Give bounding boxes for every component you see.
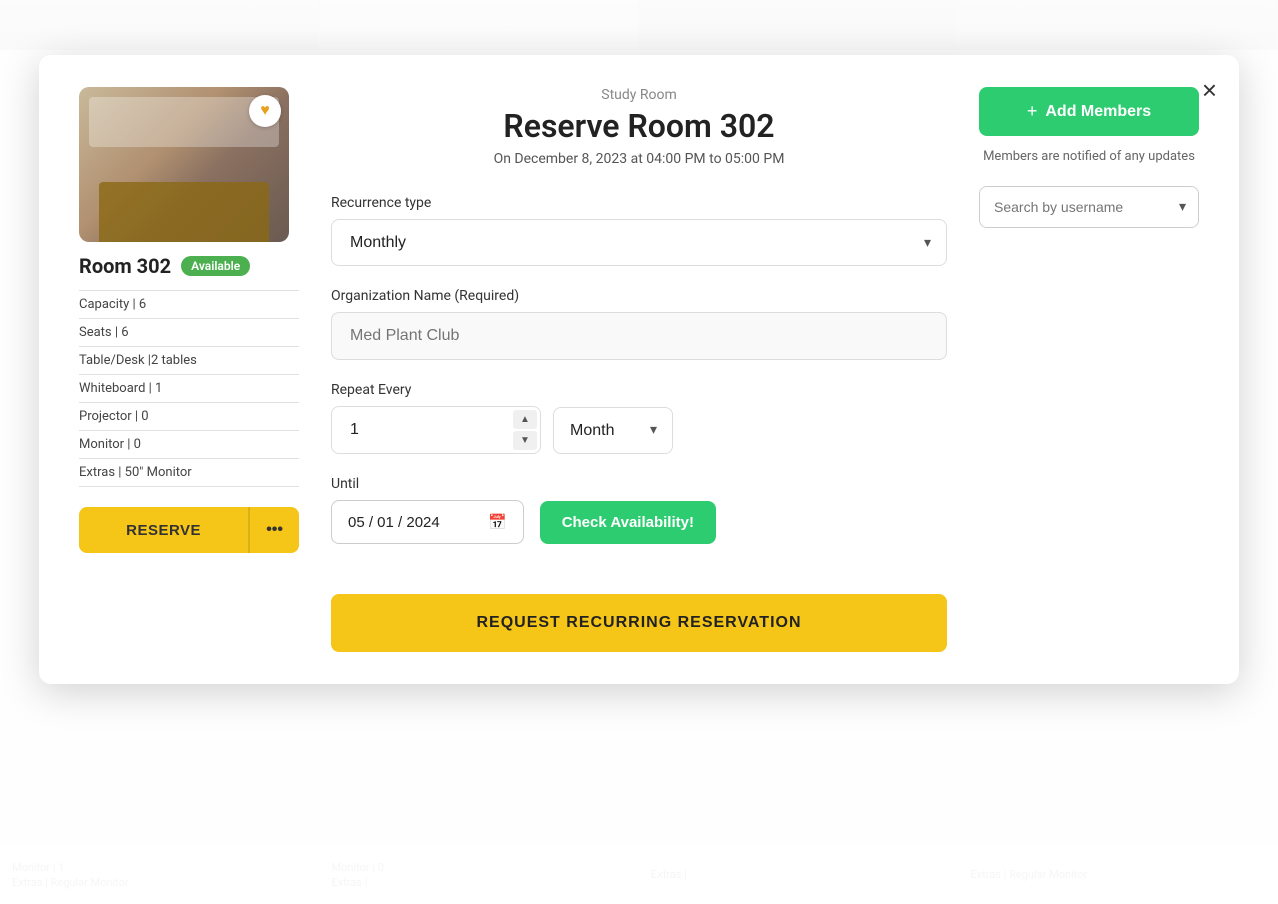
- add-members-button[interactable]: + Add Members: [979, 87, 1199, 136]
- repeat-number-wrapper: ▲ ▼: [331, 406, 541, 454]
- until-group: Until 📅 Check Availability!: [331, 476, 947, 544]
- repeat-every-label: Repeat Every: [331, 382, 947, 398]
- date-input-wrapper[interactable]: 📅: [331, 500, 524, 544]
- room-image-container: ♥: [79, 87, 289, 242]
- calendar-icon: 📅: [488, 513, 507, 531]
- stepper-buttons: ▲ ▼: [513, 410, 537, 450]
- reservation-modal: × ♥ Room 302 Available Capacity | 6 Seat…: [39, 55, 1239, 684]
- modal-title: Reserve Room 302: [331, 107, 947, 145]
- list-item: Monitor | 0: [79, 431, 299, 459]
- org-name-group: Organization Name (Required): [331, 288, 947, 360]
- recurrence-label: Recurrence type: [331, 195, 947, 211]
- modal-datetime: On December 8, 2023 at 04:00 PM to 05:00…: [331, 151, 947, 167]
- members-notice: Members are notified of any updates: [979, 148, 1199, 166]
- repeat-number-input[interactable]: [331, 406, 541, 454]
- recurrence-type-group: Recurrence type Does not repeat Daily We…: [331, 195, 947, 266]
- request-reservation-button[interactable]: REQUEST RECURRING RESERVATION: [331, 594, 947, 652]
- until-label: Until: [331, 476, 947, 492]
- list-item: Whiteboard | 1: [79, 375, 299, 403]
- right-panel: + Add Members Members are notified of an…: [979, 87, 1199, 652]
- repeat-unit-select[interactable]: Day Week Month Year: [553, 407, 673, 454]
- modal-overlay: × ♥ Room 302 Available Capacity | 6 Seat…: [0, 0, 1278, 904]
- repeat-row: ▲ ▼ Day Week Month Year ▾: [331, 406, 947, 454]
- recurrence-select[interactable]: Does not repeat Daily Weekly Monthly Yea…: [331, 219, 947, 266]
- search-members-input[interactable]: [980, 187, 1198, 227]
- heart-icon: ♥: [260, 102, 270, 120]
- room-details-list: Capacity | 6 Seats | 6 Table/Desk |2 tab…: [79, 290, 299, 487]
- left-panel: ♥ Room 302 Available Capacity | 6 Seats …: [79, 87, 299, 652]
- repeat-unit-wrapper: Day Week Month Year ▾: [553, 407, 673, 454]
- list-item: Extras | 50" Monitor: [79, 459, 299, 487]
- until-row: 📅 Check Availability!: [331, 500, 947, 544]
- room-header: Room 302 Available: [79, 254, 299, 278]
- check-availability-button[interactable]: Check Availability!: [540, 501, 716, 544]
- org-label: Organization Name (Required): [331, 288, 947, 304]
- close-button[interactable]: ×: [1198, 73, 1221, 107]
- list-item: Seats | 6: [79, 319, 299, 347]
- recurrence-select-wrapper: Does not repeat Daily Weekly Monthly Yea…: [331, 219, 947, 266]
- stepper-down-button[interactable]: ▼: [513, 431, 537, 450]
- favorite-button[interactable]: ♥: [249, 95, 281, 127]
- room-type-label: Study Room: [331, 87, 947, 103]
- list-item: Projector | 0: [79, 403, 299, 431]
- center-panel: Study Room Reserve Room 302 On December …: [331, 87, 947, 652]
- list-item: Table/Desk |2 tables: [79, 347, 299, 375]
- reserve-actions: RESERVE •••: [79, 507, 299, 553]
- add-members-label: Add Members: [1045, 103, 1151, 121]
- availability-badge: Available: [181, 256, 250, 276]
- repeat-every-group: Repeat Every ▲ ▼ Day Week Month: [331, 382, 947, 454]
- stepper-up-button[interactable]: ▲: [513, 410, 537, 429]
- room-name: Room 302: [79, 254, 171, 278]
- search-members-wrapper[interactable]: ▾: [979, 186, 1199, 228]
- reserve-button[interactable]: RESERVE: [79, 507, 248, 553]
- more-options-button[interactable]: •••: [248, 507, 299, 553]
- list-item: Capacity | 6: [79, 291, 299, 319]
- plus-icon: +: [1027, 101, 1038, 122]
- org-name-input[interactable]: [331, 312, 947, 360]
- until-date-input[interactable]: [348, 514, 478, 531]
